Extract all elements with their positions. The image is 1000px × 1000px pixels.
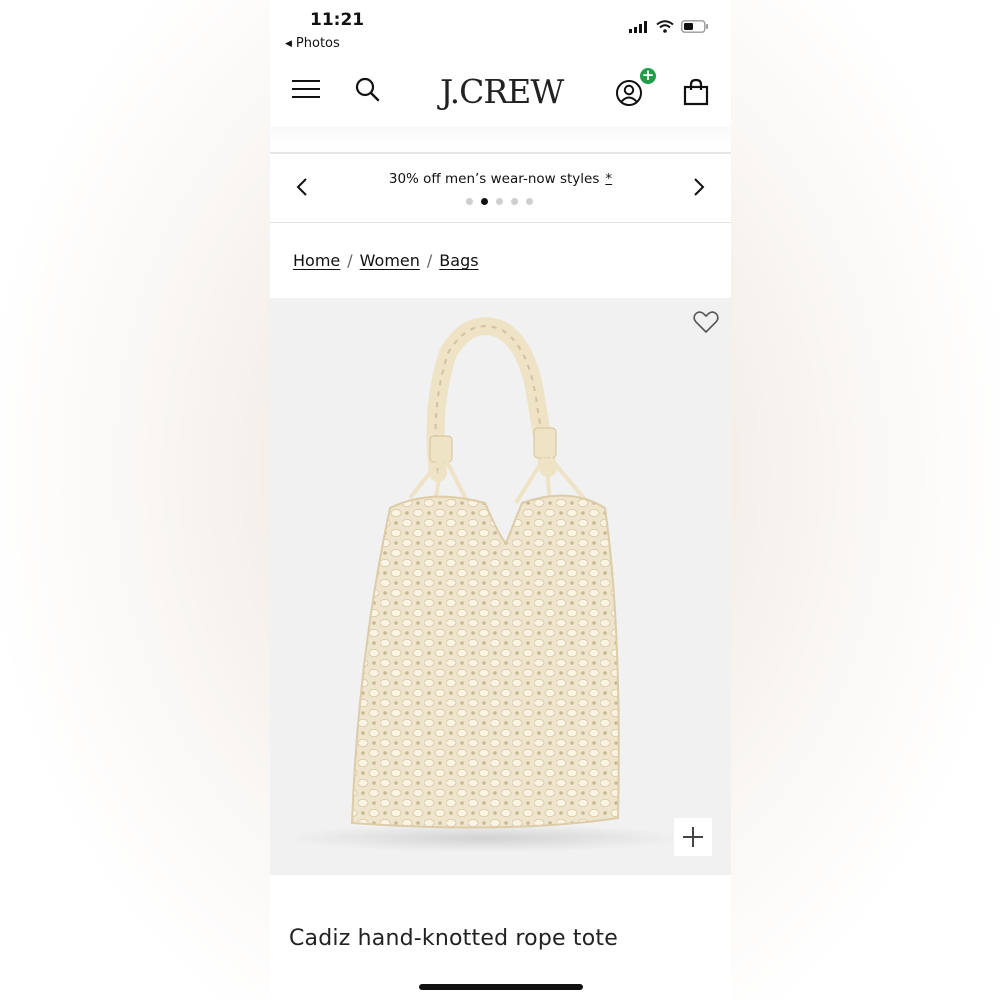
plus-icon[interactable] xyxy=(674,818,712,856)
battery-icon xyxy=(681,20,708,33)
chevron-right-icon[interactable] xyxy=(689,177,709,199)
breadcrumb-home[interactable]: Home xyxy=(293,251,340,270)
promo-message[interactable]: 30% off men’s wear-now styles * xyxy=(270,171,731,187)
signal-icon xyxy=(629,20,647,33)
promo-text: 30% off men’s wear-now styles xyxy=(388,171,600,187)
breadcrumb-separator: / xyxy=(347,251,353,270)
promo-bottom-rule xyxy=(270,222,731,223)
breadcrumb-bags[interactable]: Bags xyxy=(439,251,478,270)
promo-carousel: 30% off men’s wear-now styles * xyxy=(270,155,731,222)
status-icons xyxy=(629,20,709,33)
phone-screen: 11:21 ◀ Photos J.CREW + 30% off men’s we… xyxy=(270,0,731,1000)
product-image[interactable] xyxy=(270,298,731,875)
promo-top-rule xyxy=(270,152,731,154)
site-header: J.CREW + xyxy=(270,60,731,126)
back-to-photos[interactable]: ◀ Photos xyxy=(285,36,340,51)
shopping-bag-icon[interactable] xyxy=(682,78,710,106)
promo-disclaimer[interactable]: * xyxy=(605,171,612,187)
back-triangle-icon: ◀ xyxy=(285,38,292,49)
rope-tote-image xyxy=(285,317,685,852)
wifi-icon xyxy=(656,20,674,33)
jcrew-logo[interactable]: J.CREW xyxy=(440,72,564,111)
status-time: 11:21 xyxy=(310,10,365,30)
carousel-dot-active[interactable] xyxy=(481,198,488,205)
search-icon[interactable] xyxy=(354,76,380,102)
carousel-dot[interactable] xyxy=(496,198,503,205)
back-label: Photos xyxy=(295,36,340,51)
breadcrumb-women[interactable]: Women xyxy=(360,251,420,270)
heart-icon[interactable] xyxy=(693,310,719,334)
breadcrumb: Home / Women / Bags xyxy=(293,251,479,270)
carousel-dot[interactable] xyxy=(466,198,473,205)
hamburger-icon[interactable] xyxy=(292,80,320,100)
breadcrumb-separator: / xyxy=(426,251,433,270)
carousel-dots xyxy=(466,198,533,205)
product-title: Cadiz hand-knotted rope tote xyxy=(289,926,618,951)
header-divider xyxy=(270,126,731,154)
carousel-dot[interactable] xyxy=(511,198,518,205)
plus-badge-icon: + xyxy=(638,66,658,86)
carousel-dot[interactable] xyxy=(526,198,533,205)
home-indicator[interactable] xyxy=(419,984,583,990)
